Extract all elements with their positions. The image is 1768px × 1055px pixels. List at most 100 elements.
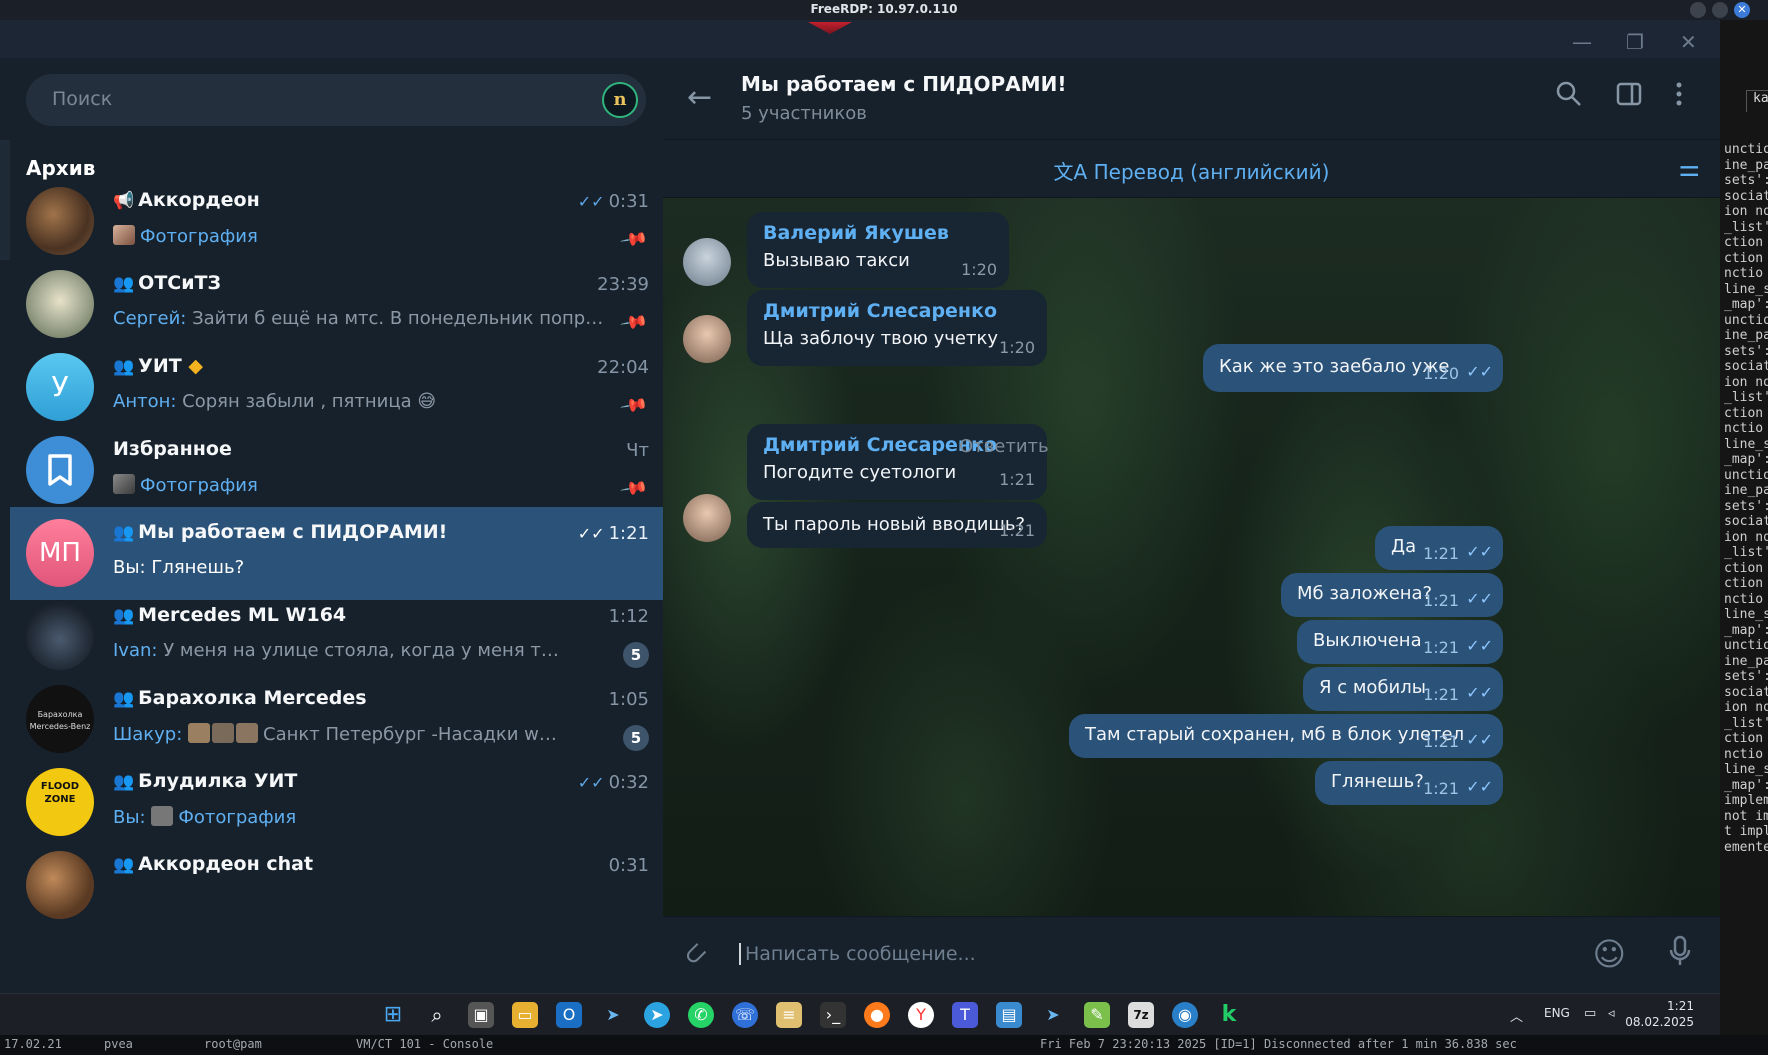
send-icon[interactable]: ➤	[600, 1002, 626, 1028]
message-bubble-outgoing[interactable]: Там старый сохранен, мб в блок улетел 1:…	[1069, 714, 1503, 758]
chat-preview: У меня на улице стояла, когда у меня тнв…	[163, 640, 568, 661]
window-restore-button[interactable]: ❐	[1626, 30, 1644, 54]
chat-title[interactable]: Мы работаем с ПИДОРАМИ!	[741, 72, 1066, 96]
7zip-icon[interactable]: 7z	[1128, 1002, 1154, 1028]
clock[interactable]: 1:21 08.02.2025	[1625, 998, 1694, 1030]
more-menu-icon[interactable]	[1665, 80, 1693, 115]
status-item: VM/CT 101 - Console	[356, 1037, 494, 1051]
message-bubble[interactable]: Дмитрий Слесаренко Ответить Погодите суе…	[747, 424, 1049, 500]
message-time: 1:21	[1423, 638, 1459, 657]
tray-expand-icon[interactable]: ︿	[1510, 1006, 1523, 1025]
pin-icon: 📌	[618, 473, 649, 504]
telegram-icon[interactable]: ➤	[644, 1002, 670, 1028]
whatsapp-icon[interactable]: ✆	[688, 1002, 714, 1028]
message-time: 1:20	[999, 338, 1035, 357]
sidebar-toggle-icon[interactable]	[1615, 80, 1643, 115]
terminal-tab[interactable]: ka	[1746, 90, 1768, 112]
read-ticks-icon: ✓✓	[1466, 542, 1493, 561]
terminal-icon[interactable]: ›_	[820, 1002, 846, 1028]
chat-item-saved[interactable]: Избранное Чт Фотография 📌	[10, 424, 663, 517]
attach-icon[interactable]: ⊂	[675, 934, 715, 974]
language-indicator[interactable]: ENG	[1544, 1006, 1570, 1020]
profile-badge-icon[interactable]: n	[602, 82, 638, 118]
read-ticks-icon: ✓✓	[1466, 730, 1493, 749]
k-icon[interactable]: k	[1216, 1002, 1242, 1028]
chat-preview: Сорян забыли , пятница	[182, 391, 412, 412]
chat-sender: Ivan:	[113, 640, 158, 661]
message-bubble-outgoing[interactable]: Как же это заебало уже 1:20 ✓✓	[1203, 344, 1503, 392]
message-bubble-outgoing[interactable]: Мб заложена? 1:21 ✓✓	[1281, 573, 1503, 617]
search-icon[interactable]: ⌕	[424, 1002, 450, 1028]
translate-label[interactable]: Перевод (английский)	[1094, 160, 1330, 184]
sidebar-edge	[0, 140, 10, 260]
chat-item-baraholka[interactable]: Барахолка Mercedes-Benz 👥 Барахолка Merce…	[10, 673, 663, 766]
translate-settings-icon[interactable]: ⚌	[1678, 154, 1700, 182]
teams-icon[interactable]: T	[952, 1002, 978, 1028]
message-author[interactable]: Дмитрий Слесаренко	[763, 300, 997, 322]
message-bubble[interactable]: Дмитрий Слесаренко Ща заблочу твою учетк…	[747, 290, 1047, 366]
message-author[interactable]: Валерий Якушев	[763, 222, 949, 244]
chat-item-otsitz[interactable]: 👥 ОТСиТЗ 23:39 Сергей: Зайти б ещё на мтс…	[10, 258, 663, 351]
message-text: Выключена	[1313, 630, 1422, 651]
status-item: Fri Feb 7 23:20:13 2025 [ID=1] Disconnec…	[1040, 1037, 1517, 1051]
chat-item-uit[interactable]: У 👥 УИТ ◆ 22:04 Антон: Сорян забыли , пят…	[10, 341, 663, 434]
browser-icon[interactable]: ◉	[1172, 1002, 1198, 1028]
chat-preview: Зайти б ещё на мтс. В понедельник попроб…	[192, 308, 613, 329]
avatar	[26, 270, 94, 338]
firefox-icon[interactable]: ●	[864, 1002, 890, 1028]
start-icon[interactable]: ⊞	[380, 1002, 406, 1028]
avatar	[26, 602, 94, 670]
rdp-close-button[interactable]: ✕	[1734, 2, 1750, 18]
viber-icon[interactable]: ☏	[732, 1002, 758, 1028]
sweat-smile-emoji: 😅	[417, 391, 437, 412]
message-input[interactable]: Написать сообщение...	[739, 943, 976, 965]
yandex-icon[interactable]: Y	[908, 1002, 934, 1028]
message-time: 1:21	[1423, 685, 1459, 704]
chat-preview: Санкт Петербург -Насадки w219 ...	[263, 724, 568, 745]
chat-name: Барахолка Mercedes	[138, 687, 367, 709]
search-input[interactable]: Поиск	[52, 88, 112, 110]
emoji-icon[interactable]: ☺	[1593, 935, 1626, 973]
notepad-icon[interactable]: ✎	[1084, 1002, 1110, 1028]
rdp-minimize-button[interactable]	[1690, 2, 1706, 18]
translate-icon: 文A	[1053, 160, 1094, 184]
clock-time: 1:21	[1667, 999, 1694, 1013]
rdp-title: FreeRDP: 10.97.0.110	[810, 2, 958, 16]
chat-time: 22:04	[597, 357, 649, 378]
outlook-icon[interactable]: O	[556, 1002, 582, 1028]
chat-item-active-group[interactable]: МП 👥 Мы работаем с ПИДОРАМИ! ✓✓ 1:21 Вы: Г…	[10, 507, 663, 600]
file-explorer-icon[interactable]: ▭	[512, 1002, 538, 1028]
search-bar[interactable]: Поиск n	[26, 74, 646, 126]
status-item: pvea	[104, 1037, 133, 1051]
message-bubble-outgoing[interactable]: Выключена 1:21 ✓✓	[1297, 620, 1503, 664]
read-ticks-icon: ✓✓	[1466, 777, 1493, 796]
message-bubble-outgoing[interactable]: Я с мобилы 1:21 ✓✓	[1303, 667, 1503, 711]
app-icon[interactable]: ≡	[776, 1002, 802, 1028]
chat-item-accordion[interactable]: 📢 Аккордеон ✓✓ 0:31 Фотография 📌	[10, 175, 663, 268]
chat-item-bludilka[interactable]: FLOOD ZONE 👥 Блудилка УИТ ✓✓ 0:32 Вы: Фото…	[10, 756, 663, 849]
message-bubble[interactable]: Ты пароль новый вводишь? 1:21	[747, 502, 1047, 548]
chat-item-mercedes-ml[interactable]: 👥 Mercedes ML W164 1:12 Ivan: У меня на у…	[10, 590, 663, 683]
search-icon[interactable]	[1555, 80, 1583, 115]
microphone-icon[interactable]	[1668, 935, 1692, 975]
task-view-icon[interactable]: ▣	[468, 1002, 494, 1028]
flood-zone-avatar: FLOOD ZONE	[26, 768, 94, 836]
send-icon[interactable]: ➤	[1040, 1002, 1066, 1028]
translate-bar[interactable]: 文A Перевод (английский) ⚌	[663, 140, 1720, 198]
chat-item-accordion-chat[interactable]: 👥 Аккордеон chat 0:31	[10, 839, 663, 932]
message-bubble-outgoing[interactable]: Да 1:21 ✓✓	[1375, 526, 1503, 570]
rdp-maximize-button[interactable]	[1712, 2, 1728, 18]
read-ticks-icon: ✓✓	[577, 524, 605, 543]
volume-icon[interactable]: ◃	[1608, 1006, 1615, 1021]
back-arrow-icon[interactable]: ←	[687, 80, 712, 115]
message-time: 1:21	[1423, 732, 1459, 751]
rdp-icon[interactable]: ▤	[996, 1002, 1022, 1028]
reply-button[interactable]: Ответить	[959, 436, 1049, 457]
message-bubble[interactable]: Валерий Якушев Вызываю такси 1:20	[747, 212, 1009, 288]
telegram-title-bar	[0, 20, 1720, 58]
message-bubble-outgoing[interactable]: Глянешь? 1:21 ✓✓	[1315, 761, 1503, 805]
network-icon[interactable]: ▭	[1584, 1006, 1596, 1021]
photo-thumbnail	[151, 806, 174, 826]
window-minimize-button[interactable]: —	[1572, 30, 1592, 54]
window-close-button[interactable]: ✕	[1680, 30, 1697, 54]
